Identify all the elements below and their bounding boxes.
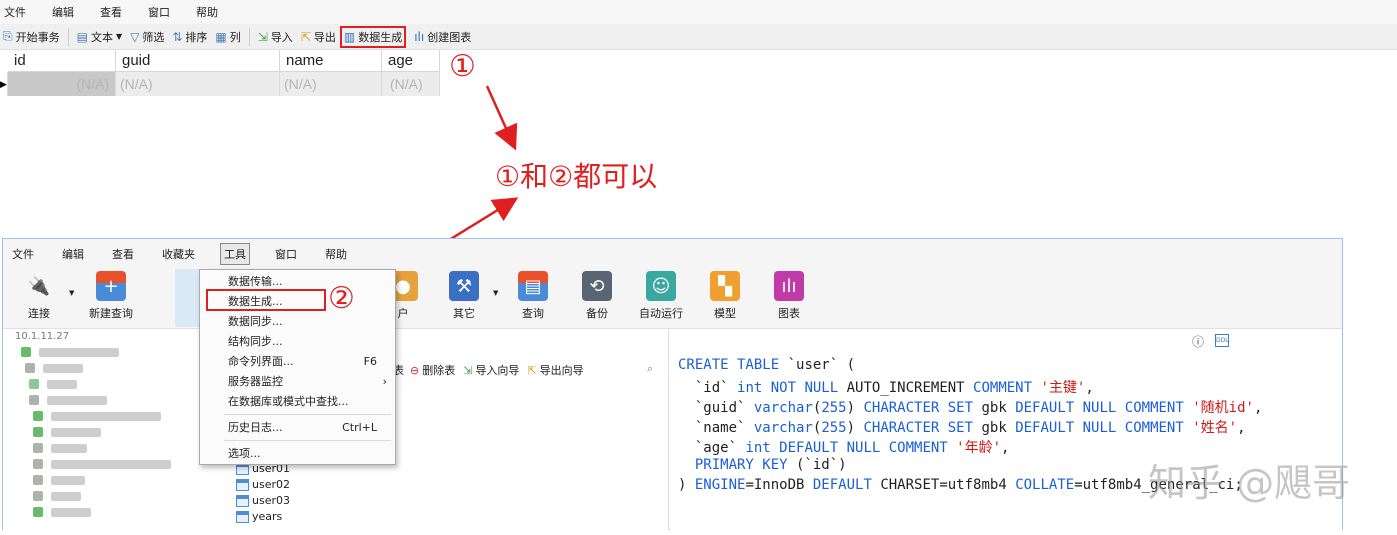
menu-help[interactable]: 帮助: [322, 244, 350, 264]
menu-item-history-log[interactable]: 历史日志... Ctrl+L: [200, 418, 395, 438]
menu-separator: [224, 414, 391, 415]
other-button[interactable]: ⚒ 其它: [436, 271, 492, 321]
query-icon: ▤: [518, 271, 548, 301]
list-item[interactable]: user03: [236, 493, 290, 509]
menu-item-find-in-db[interactable]: 在数据库或模式中查找...: [200, 392, 395, 412]
backup-icon: ⟲: [582, 271, 612, 301]
robot-icon: ☺: [646, 271, 676, 301]
new-query-button[interactable]: + 新建查询: [83, 271, 139, 321]
main-menubar: 文件 编辑 查看 收藏夹 工具 窗口 帮助: [3, 239, 1342, 269]
chart-button[interactable]: ılı 图表: [761, 271, 817, 321]
menu-edit[interactable]: 编辑: [59, 244, 87, 264]
menu-file[interactable]: 文件: [9, 244, 37, 264]
table-icon: [236, 511, 249, 523]
sql-line-3: `guid` varchar(255) CHARACTER SET gbk DE…: [678, 400, 1263, 416]
annotation-marker-2: ②: [328, 281, 355, 316]
menu-view[interactable]: 查看: [109, 244, 137, 264]
tools-icon: ⚒: [449, 271, 479, 301]
sql-line-1: CREATE TABLE `user` (: [678, 357, 856, 373]
chevron-right-icon: ›: [382, 375, 387, 388]
import-icon: ⇲: [463, 363, 473, 377]
export-wizard-button[interactable]: 导出向导: [540, 362, 584, 378]
new-query-icon: +: [96, 271, 126, 301]
export-icon: ⇱: [527, 363, 537, 377]
menu-separator: [224, 440, 391, 441]
backup-button[interactable]: ⟲ 备份: [569, 271, 625, 321]
connect-button[interactable]: 🔌 连接: [11, 271, 67, 321]
chevron-down-icon[interactable]: ▼: [69, 289, 74, 297]
import-wizard-button[interactable]: 导入向导: [475, 362, 519, 378]
menu-item-structure-sync[interactable]: 结构同步...: [200, 332, 395, 352]
sql-line-4: `name` varchar(255) CHARACTER SET gbk DE…: [678, 420, 1246, 436]
list-item[interactable]: years: [236, 509, 282, 525]
chevron-down-icon[interactable]: ▼: [493, 289, 498, 297]
query-button[interactable]: ▤ 查询: [505, 271, 561, 321]
menu-item-server-monitor[interactable]: 服务器监控 ›: [200, 372, 395, 392]
menu-item-options[interactable]: 选项...: [200, 444, 395, 464]
table-icon: [236, 495, 249, 507]
objects-toolbar: 表 ⊖ 删除表 ⇲ 导入向导 ⇱ 导出向导: [393, 362, 584, 378]
list-item[interactable]: user02: [236, 477, 290, 493]
arrow-down: [485, 85, 518, 151]
sql-line-5: `age` int DEFAULT NULL COMMENT '年龄',: [678, 440, 1010, 456]
menu-item-data-sync[interactable]: 数据同步...: [200, 312, 395, 332]
connection-name[interactable]: 10.1.11.27: [15, 331, 69, 342]
annotation-highlight-box: [206, 289, 326, 311]
model-icon: ▚: [710, 271, 740, 301]
menu-window[interactable]: 窗口: [272, 244, 300, 264]
menu-tools[interactable]: 工具: [220, 243, 250, 265]
model-button[interactable]: ▚ 模型: [697, 271, 753, 321]
info-icon[interactable]: ⓘ: [1192, 333, 1204, 350]
search-icon[interactable]: ⌕: [647, 362, 653, 376]
chart-icon: ılı: [774, 271, 804, 301]
selected-toolbar-button[interactable]: [175, 269, 201, 327]
delete-icon: ⊖: [410, 363, 420, 377]
delete-table-button[interactable]: 删除表: [422, 362, 455, 378]
menu-favorites[interactable]: 收藏夹: [159, 244, 198, 264]
watermark: 知乎 @飓哥: [1148, 461, 1351, 505]
ddl-icon[interactable]: DDL: [1215, 334, 1229, 347]
table-icon: [236, 479, 249, 491]
sql-line-6: PRIMARY KEY (`id`): [694, 457, 847, 473]
navicat-window: 文件 编辑 查看 收藏夹 工具 窗口 帮助 🔌 连接 ▼ + 新建查询 ● 户 …: [2, 238, 1343, 530]
auto-run-button[interactable]: ☺ 自动运行: [633, 271, 689, 321]
plug-icon: 🔌: [27, 275, 51, 297]
sql-line-2: `id` int NOT NULL AUTO_INCREMENT COMMENT…: [678, 380, 1094, 396]
menu-item-console[interactable]: 命令列界面... F6: [200, 352, 395, 372]
